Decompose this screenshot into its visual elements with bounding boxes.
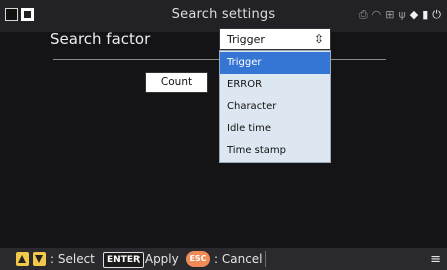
usb-icon: ψ	[398, 8, 406, 21]
esc-key[interactable]: ESC	[186, 251, 210, 267]
status-icons: ⎙ ◠ ⊞ ψ ◆ ▮ ⏻	[359, 8, 441, 22]
option-idle-time[interactable]: Idle time	[220, 118, 330, 140]
search-factor-select[interactable]: Trigger ⇳	[219, 28, 331, 50]
footer-divider	[265, 251, 266, 267]
option-time-stamp[interactable]: Time stamp	[220, 140, 330, 162]
menu-icon[interactable]: ≡	[430, 252, 441, 267]
option-error[interactable]: ERROR	[220, 74, 330, 96]
print-icon: ⎙	[358, 8, 368, 21]
wifi-icon: ◠	[371, 8, 382, 21]
network-icon: ⊞	[385, 8, 395, 21]
option-trigger[interactable]: Trigger	[220, 52, 330, 74]
sd-card-icon: ▮	[422, 8, 429, 21]
count-field[interactable]: Count	[145, 72, 208, 93]
selected-value: Trigger	[227, 33, 265, 46]
option-character[interactable]: Character	[220, 96, 330, 118]
tag-icon: ◆	[409, 8, 419, 21]
chevron-up-down-icon: ⇳	[313, 32, 324, 46]
arrow-down-key-icon[interactable]	[33, 252, 46, 266]
power-plug-icon: ⏻	[432, 8, 441, 21]
arrow-up-key-icon[interactable]	[16, 252, 29, 266]
footer-bar: : Select ENTER : Apply ESC : Cancel ≡	[0, 248, 447, 270]
select-hint: : Select	[50, 252, 95, 266]
search-factor-label: Search factor	[50, 30, 151, 48]
cancel-hint: : Cancel	[214, 252, 263, 266]
apply-hint: : Apply	[137, 252, 179, 266]
search-factor-dropdown: Trigger ERROR Character Idle time Time s…	[219, 50, 331, 163]
